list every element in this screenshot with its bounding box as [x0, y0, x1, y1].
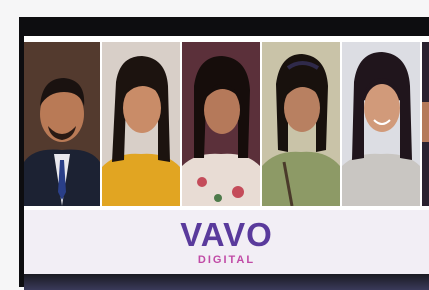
- photo-partial: [422, 42, 429, 206]
- frame-bottom: [24, 274, 429, 290]
- photo-strip: [24, 42, 429, 206]
- photo-woman-green: [262, 42, 340, 206]
- photo-woman-floral: [182, 42, 260, 206]
- logo-band: VAVO DIGITAL: [24, 210, 429, 274]
- photo-woman-grey: [342, 42, 420, 206]
- photo-man-suit: [24, 42, 100, 206]
- logo-wordmark: VAVO: [180, 216, 273, 253]
- logo-subtitle: DIGITAL: [197, 254, 256, 266]
- photo-woman-yellow: [102, 42, 180, 206]
- team-banner: VAVO DIGITAL: [24, 36, 429, 274]
